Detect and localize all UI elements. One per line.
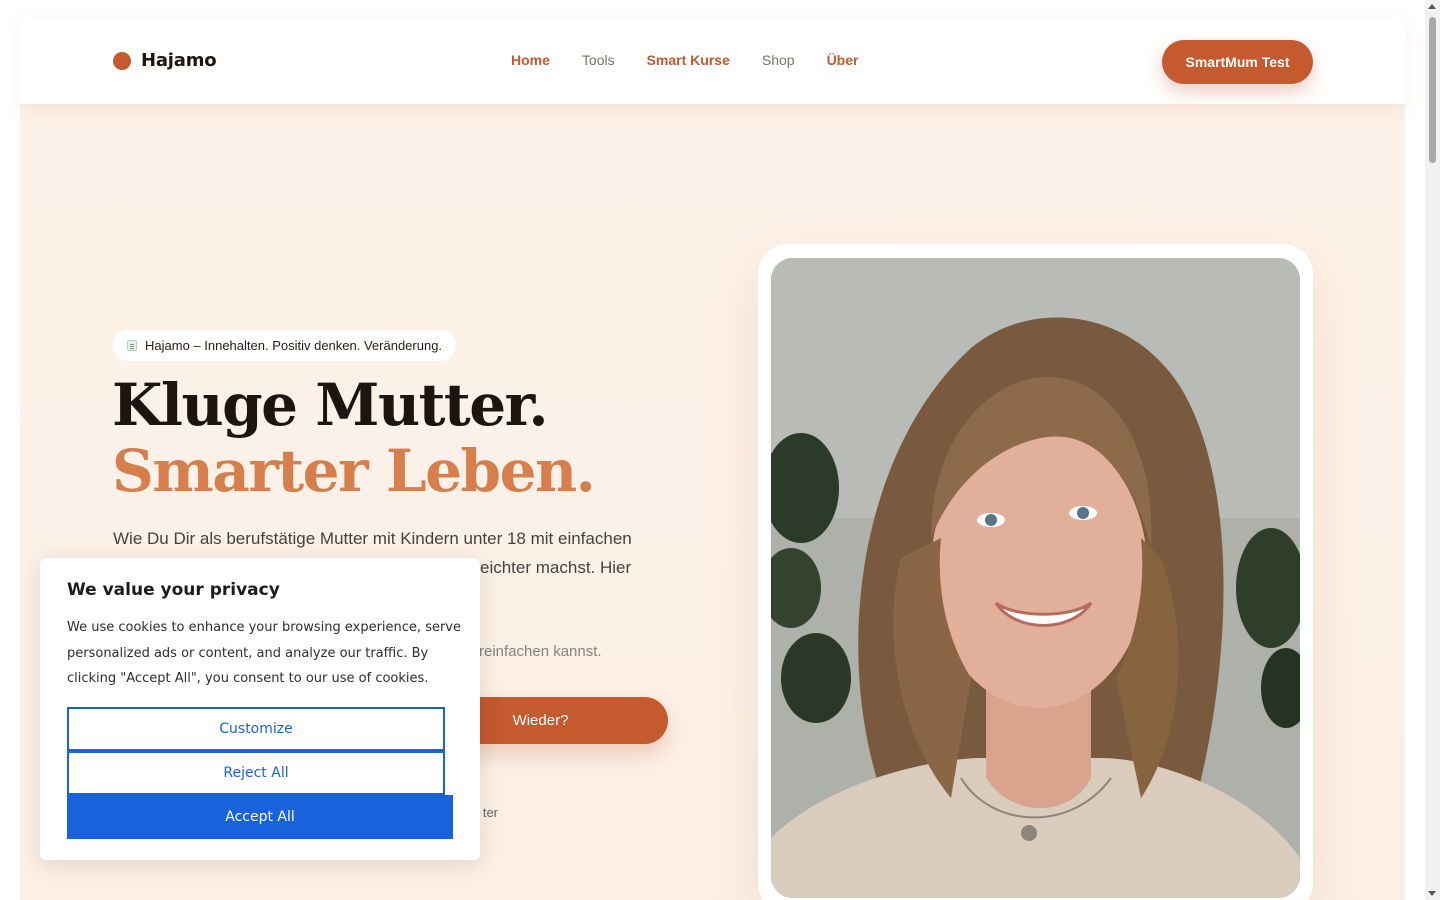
scroll-thumb[interactable]: [1429, 17, 1436, 163]
accept-all-button[interactable]: Accept All: [67, 795, 453, 839]
tagline-badge: Hajamo – Innehalten. Positiv denken. Ver…: [113, 330, 457, 361]
scroll-up-arrow-icon[interactable]: [1428, 4, 1436, 9]
site-header: Hajamo Home Tools Smart Kurse Shop Über …: [20, 18, 1405, 105]
portrait-photo: [771, 258, 1300, 898]
logo-text: Hajamo: [141, 50, 217, 71]
scroll-down-arrow-icon[interactable]: [1428, 891, 1436, 896]
cookie-text: We use cookies to enhance your browsing …: [67, 620, 461, 686]
tagline-text: Hajamo – Innehalten. Positiv denken. Ver…: [145, 338, 443, 353]
nav-tools[interactable]: Tools: [582, 52, 615, 68]
hero-headline: Kluge Mutter. Smarter Leben.: [112, 371, 596, 505]
cookie-title: We value your privacy: [67, 580, 280, 600]
document-icon: [127, 340, 137, 351]
portrait-illustration: [771, 258, 1300, 898]
nav-ueber[interactable]: Über: [827, 52, 859, 68]
nav-shop[interactable]: Shop: [762, 52, 795, 68]
headline-line-2: Smarter Leben.: [112, 437, 596, 505]
logo-dot-icon: [113, 51, 131, 70]
main-nav: Home Tools Smart Kurse Shop Über: [511, 52, 858, 68]
lead-line-1: Wie Du Dir als berufstätige Mutter mit K…: [113, 529, 632, 548]
headline-line-1: Kluge Mutter.: [112, 371, 549, 439]
vertical-scrollbar[interactable]: [1425, 0, 1440, 900]
smartmum-test-button[interactable]: SmartMum Test: [1162, 40, 1313, 84]
nav-smart-kurse[interactable]: Smart Kurse: [647, 52, 730, 68]
site-logo[interactable]: Hajamo: [113, 50, 217, 71]
nav-home[interactable]: Home: [511, 52, 550, 68]
cookie-consent-banner: We value your privacy We use cookies to …: [40, 558, 480, 860]
reject-all-button[interactable]: Reject All: [67, 751, 445, 795]
customize-button[interactable]: Customize: [67, 707, 445, 751]
